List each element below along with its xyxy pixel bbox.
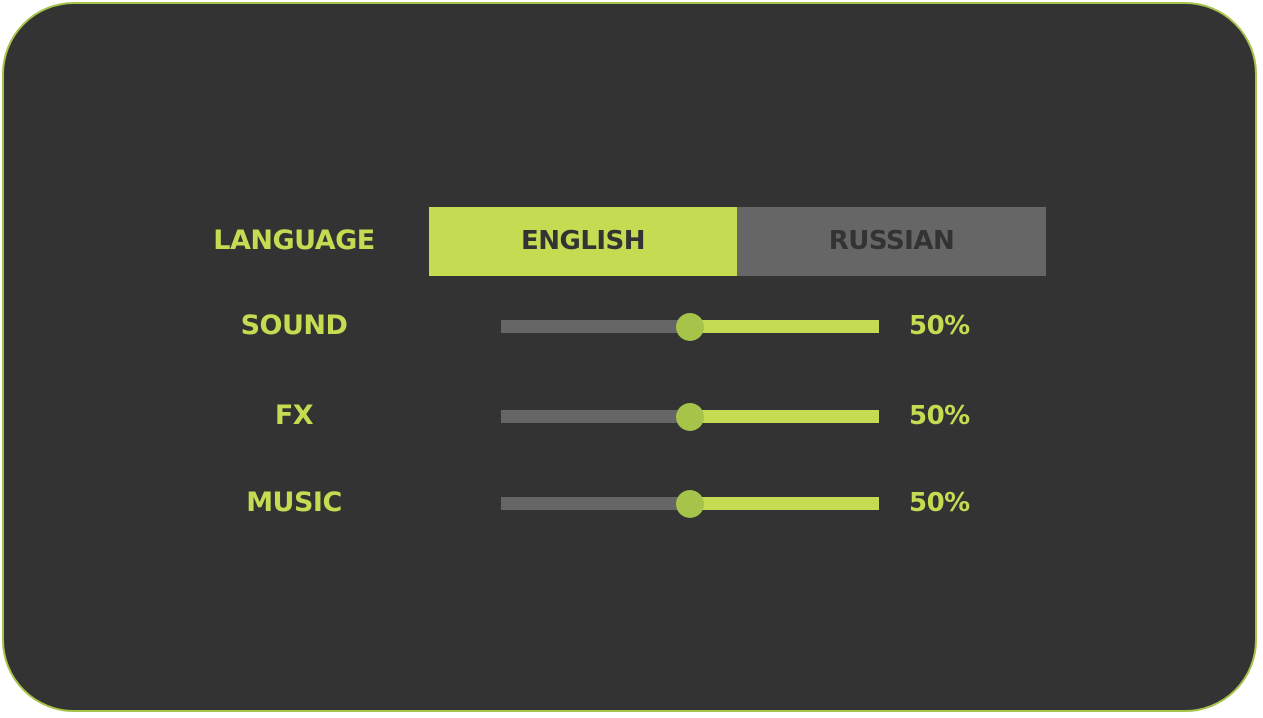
- sound-slider-thumb[interactable]: [676, 312, 704, 341]
- language-option-russian[interactable]: RUSSIAN: [737, 207, 1046, 276]
- music-value: 50%: [909, 488, 970, 518]
- music-slider-thumb[interactable]: [676, 489, 704, 518]
- fx-slider[interactable]: [501, 402, 879, 431]
- fx-label: FX: [274, 400, 314, 431]
- music-slider-filled: [501, 497, 690, 510]
- language-toggle: ENGLISH RUSSIAN: [429, 207, 1046, 276]
- music-slider[interactable]: [501, 489, 879, 518]
- sound-value: 50%: [909, 311, 970, 341]
- fx-value: 50%: [909, 401, 970, 431]
- sound-slider[interactable]: [501, 312, 879, 341]
- sound-slider-filled: [501, 320, 690, 333]
- settings-panel: LANGUAGE ENGLISH RUSSIAN SOUND 50% FX 50…: [2, 2, 1257, 712]
- sound-label: SOUND: [240, 310, 348, 341]
- language-option-english[interactable]: ENGLISH: [429, 207, 737, 276]
- music-label: MUSIC: [246, 487, 342, 518]
- fx-slider-filled: [501, 410, 690, 423]
- language-label: LANGUAGE: [213, 225, 375, 256]
- fx-slider-thumb[interactable]: [676, 402, 704, 431]
